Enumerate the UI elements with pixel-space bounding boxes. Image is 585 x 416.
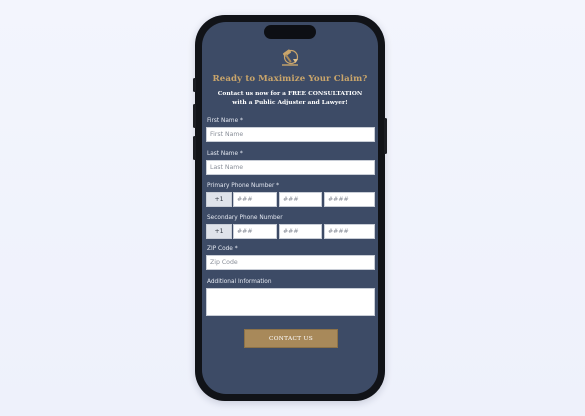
last-name-label: Last Name * — [207, 151, 243, 157]
dynamic-island — [264, 25, 316, 39]
phone-power-button — [384, 118, 387, 154]
secondary-phone-label: Secondary Phone Number — [207, 215, 283, 221]
secondary-phone-exchange-input[interactable]: ### — [279, 224, 322, 239]
gavel-scale-logo-icon — [282, 49, 299, 66]
phone-volume-up-button — [193, 104, 196, 128]
form-title: Ready to Maximize Your Claim? — [212, 74, 368, 84]
primary-phone-area-input[interactable]: ### — [233, 192, 277, 207]
first-name-label: First Name * — [207, 118, 243, 124]
primary-phone-exchange-input[interactable]: ### — [279, 192, 322, 207]
primary-phone-country-code: +1 — [206, 192, 232, 207]
phone-side-button — [193, 78, 196, 92]
form-subtitle: Contact us now for a FREE CONSULTATION w… — [217, 90, 363, 106]
zip-code-label: ZIP Code * — [207, 246, 238, 252]
primary-phone-label: Primary Phone Number * — [207, 183, 280, 189]
secondary-phone-line-input[interactable]: #### — [324, 224, 375, 239]
primary-phone-line-input[interactable]: #### — [324, 192, 375, 207]
additional-information-label: Additional Information — [207, 279, 272, 285]
secondary-phone-country-code: +1 — [206, 224, 232, 239]
phone-volume-down-button — [193, 136, 196, 160]
last-name-input[interactable]: Last Name — [206, 160, 375, 175]
additional-information-textarea[interactable] — [206, 288, 375, 316]
contact-us-button[interactable]: CONTACT US — [244, 329, 338, 348]
zip-code-input[interactable]: Zip Code — [206, 255, 375, 270]
first-name-input[interactable]: First Name — [206, 127, 375, 142]
secondary-phone-area-input[interactable]: ### — [233, 224, 277, 239]
